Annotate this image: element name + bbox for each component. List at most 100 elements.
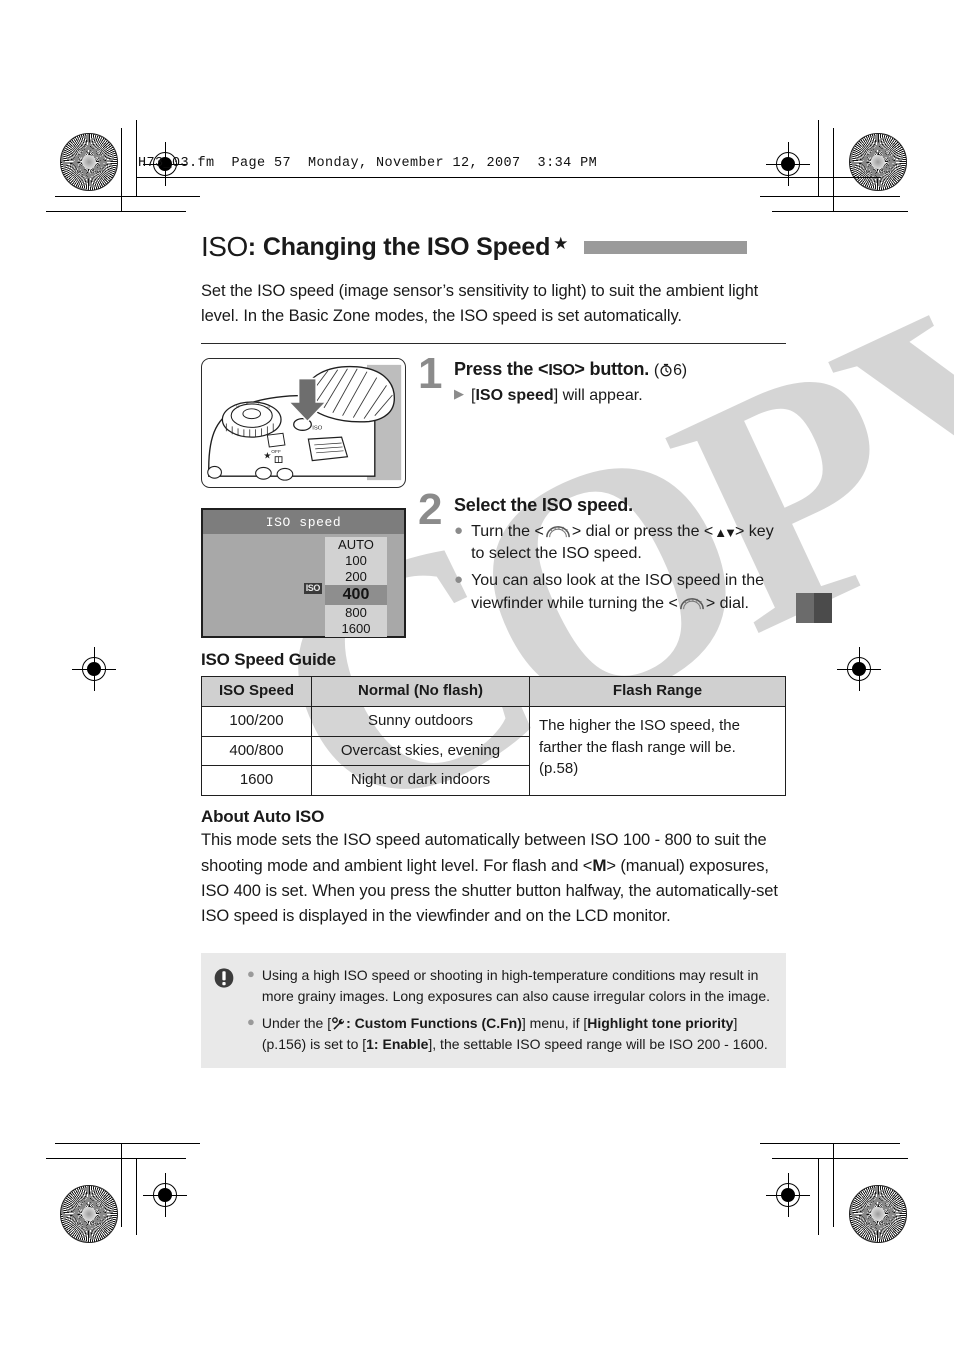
bullet-dot-icon: ●: [454, 521, 464, 539]
lcd-option-800[interactable]: 800: [325, 605, 387, 621]
lcd-option-400-selected[interactable]: 400: [325, 585, 387, 606]
caution-item-2: ● Under the [ : Custom Functions (C.Fn)] …: [247, 1013, 772, 1054]
crop-mark-tl-h2: [46, 211, 186, 212]
intro-divider: [201, 343, 786, 345]
lcd-option-auto[interactable]: AUTO: [325, 537, 387, 553]
flash-range-page-ref: (p.58): [539, 760, 579, 778]
lcd-option-100[interactable]: 100: [325, 553, 387, 569]
step-1-title-pre: Press the <: [454, 359, 549, 380]
registration-target-bottom-left: [143, 1173, 187, 1217]
step-2-bullet-2: ● You can also look at the ISO speed in …: [454, 570, 786, 615]
crop-mark-tr-h: [760, 196, 900, 197]
bullet-1-part-1: Turn the <: [471, 522, 544, 540]
timer-icon: [660, 364, 672, 377]
lcd-option-list[interactable]: AUTO 100 200 400 800 1600: [325, 537, 387, 638]
cell-flash-range: The higher the ISO speed, the farther th…: [529, 705, 786, 797]
caution-item-1: ● Using a high ISO speed or shooting in …: [247, 965, 772, 1006]
title-heading-text: Changing the ISO Speed: [262, 232, 551, 261]
step-1-bullet-1: ▶ [ISO speed] will appear.: [454, 385, 786, 408]
caution-2-b1: : Custom Functions (C.Fn): [346, 1014, 522, 1031]
iso-speed-guide-heading: ISO Speed Guide: [201, 650, 336, 670]
registration-target-right-mid: [837, 647, 881, 691]
crop-mark-tr-v2: [818, 120, 819, 197]
svg-text:ISO: ISO: [312, 425, 323, 431]
intro-paragraph: Set the ISO speed (image sensor’s sensit…: [201, 282, 759, 326]
svg-text:★: ★: [263, 451, 271, 461]
caution-2-p4: ], the settable ISO speed range will be …: [428, 1035, 768, 1052]
caution-items: ● Using a high ISO speed or shooting in …: [247, 965, 772, 1054]
title-gray-bar: [584, 240, 748, 254]
caution-box: ● Using a high ISO speed or shooting in …: [201, 953, 786, 1069]
step-1-timer-note: (6): [654, 362, 687, 379]
step-1-title-post: > button.: [574, 359, 650, 380]
warning-exclamation-icon: [214, 968, 234, 989]
registration-star-bottom-left: [60, 1185, 118, 1243]
col-header-iso-speed: ISO Speed: [201, 676, 312, 707]
lcd-option-1600[interactable]: 1600: [325, 621, 387, 637]
registration-star-top-right: [849, 133, 907, 191]
step-1-title: Press the <ISO> button. (6): [454, 358, 786, 381]
page-number: 57: [0, 1136, 787, 1163]
bullet-2-part-2: > dial.: [705, 594, 749, 612]
cell-iso-speed-2: 400/800: [201, 735, 312, 767]
camera-top-illustration: MA TP OFF ISO ★: [202, 359, 404, 487]
star-icon: ★: [553, 234, 569, 253]
crop-mark-tr-v: [833, 128, 834, 212]
lcd-option-200[interactable]: 200: [325, 569, 387, 585]
crop-mark-br-v: [833, 1143, 834, 1227]
flash-range-text: The higher the ISO speed, the farther th…: [539, 716, 740, 756]
main-dial-icon: [545, 525, 570, 537]
lcd-iso-badge: ISO: [303, 583, 322, 595]
step-2: ISO speed ISO AUTO 100 200 400 800 1600 …: [201, 488, 786, 639]
registration-target-bottom-right: [766, 1173, 810, 1217]
registration-star-top-left: [60, 133, 118, 191]
svg-text:A: A: [246, 400, 249, 405]
caution-item-2-text: Under the [ : Custom Functions (C.Fn)] me…: [262, 1013, 772, 1054]
iso-speed-label: ISO speed: [475, 387, 554, 405]
caution-2-b3: 1: Enable: [366, 1035, 429, 1052]
title-iso-symbol: ISO: [201, 231, 248, 262]
bullet-1-post: ] will appear.: [553, 387, 643, 405]
cell-iso-speed-3: 1600: [201, 765, 312, 797]
step-2-bullet-2-text: You can also look at the ISO speed in th…: [471, 570, 786, 615]
page-content: ISO : Changing the ISO Speed ★ Set the I…: [201, 233, 786, 1069]
step-2-number: 2: [418, 485, 443, 535]
wrench-icon: [332, 1017, 345, 1030]
timer-seconds: 6: [673, 362, 682, 380]
bullet-1-part-2: > dial or press the <: [571, 522, 714, 540]
up-down-key-icon: ▲▼: [714, 524, 737, 540]
main-dial-icon-2: [679, 597, 704, 609]
col-header-flash-range: Flash Range: [529, 676, 786, 707]
cell-iso-speed-1: 100/200: [201, 705, 312, 737]
crop-mark-br-h2: [772, 1158, 908, 1159]
title-colon: :: [247, 232, 256, 261]
iso-button-glyph: ISO: [548, 362, 575, 380]
step-2-bullet-1-text: Turn the < > dial or press the <▲▼> key t…: [471, 521, 786, 566]
table-header-row: ISO Speed Normal (No flash) Flash Range: [201, 676, 786, 707]
step-2-body: 2 Select the ISO speed. ● Turn the < > di…: [418, 488, 786, 638]
manual-page: H73_03.fm Page 57 Monday, November 12, 2…: [0, 0, 954, 1352]
header-rule-horizontal: [136, 177, 881, 178]
chapter-tab-right: [814, 593, 832, 623]
about-auto-iso-heading: About Auto ISO: [201, 807, 325, 827]
header-rule-vertical: [136, 150, 137, 178]
chapter-tab-left: [796, 593, 814, 623]
about-auto-iso-body: This mode sets the ISO speed automatical…: [201, 828, 786, 929]
step-2-title: Select the ISO speed.: [454, 495, 633, 516]
step-1-figure: MATP OFF ISO ★: [201, 358, 406, 489]
col-header-normal: Normal (No flash): [311, 676, 530, 707]
caution-bullet-icon-2: ●: [247, 1013, 255, 1029]
bullet-dot-icon-2: ●: [454, 571, 464, 589]
caution-2-p2: ] menu, if [: [521, 1014, 588, 1031]
lcd-iso-speed-screen: ISO speed ISO AUTO 100 200 400 800 1600: [201, 508, 406, 639]
crop-mark-bl-v2: [136, 1158, 137, 1235]
step-1: MATP OFF ISO ★ 1 Press the <ISO> button.…: [201, 352, 786, 489]
svg-text:P: P: [267, 405, 270, 410]
chapter-tab-marker: [796, 593, 832, 623]
registration-star-bottom-right: [849, 1185, 907, 1243]
page-title: ISO : Changing the ISO Speed ★: [201, 233, 786, 261]
cell-normal-1: Sunny outdoors: [311, 705, 530, 737]
crop-mark-tl-v: [121, 128, 122, 212]
svg-text:M: M: [236, 404, 239, 409]
caution-2-p1: Under the [: [261, 1014, 332, 1031]
